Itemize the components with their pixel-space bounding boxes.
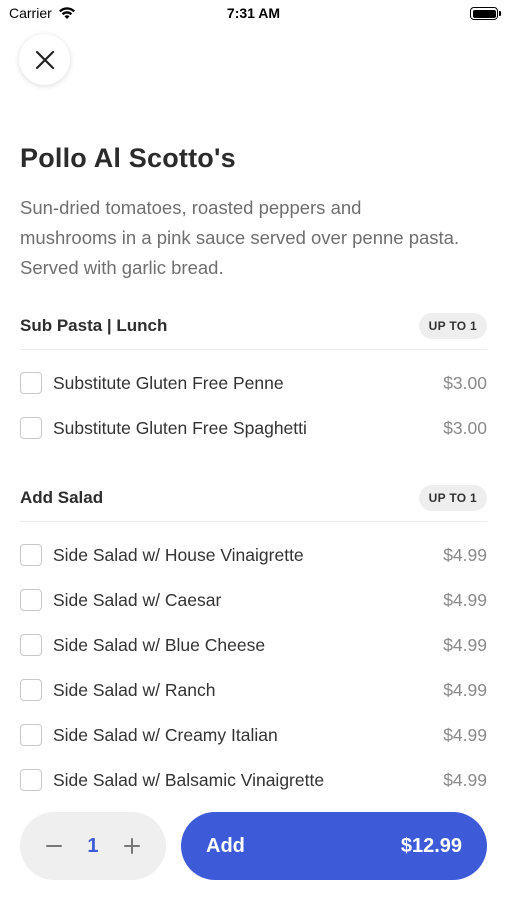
- quantity-stepper: 1: [20, 812, 166, 880]
- status-bar: Carrier 7:31 AM: [0, 0, 507, 28]
- option-row[interactable]: Substitute Gluten Free Spaghetti $3.00: [20, 414, 487, 442]
- option-price: $4.99: [443, 769, 487, 790]
- add-to-order-button[interactable]: Add $12.99: [181, 812, 487, 880]
- option-row[interactable]: Side Salad w/ Creamy Italian $4.99: [20, 721, 487, 749]
- close-icon: [35, 50, 54, 69]
- section-header-sub-pasta: Sub Pasta | Lunch UP TO 1: [20, 302, 487, 350]
- option-label: Side Salad w/ Blue Cheese: [53, 634, 266, 655]
- option-price: $3.00: [443, 417, 487, 438]
- item-description: Sun-dried tomatoes, roasted peppers and …: [20, 197, 460, 278]
- option-row[interactable]: Side Salad w/ Blue Cheese $4.99: [20, 631, 487, 659]
- limit-badge: UP TO 1: [418, 312, 487, 339]
- option-label: Side Salad w/ Ranch: [53, 679, 216, 700]
- option-price: $4.99: [443, 589, 487, 610]
- option-row[interactable]: Side Salad w/ Balsamic Vinaigrette $4.99: [20, 766, 487, 794]
- option-checkbox[interactable]: [20, 544, 42, 566]
- option-checkbox[interactable]: [20, 679, 42, 701]
- plus-icon: [123, 838, 140, 854]
- add-button-total: $12.99: [400, 834, 462, 857]
- option-price: $4.99: [443, 679, 487, 700]
- option-price: $4.99: [443, 724, 487, 745]
- option-row[interactable]: Side Salad w/ Ranch $4.99: [20, 676, 487, 704]
- option-row[interactable]: Substitute Gluten Free Penne $3.00: [20, 369, 487, 397]
- option-price: $4.99: [443, 544, 487, 565]
- decrement-button[interactable]: [38, 830, 70, 862]
- option-checkbox[interactable]: [20, 634, 42, 656]
- option-label: Side Salad w/ Creamy Italian: [53, 724, 278, 745]
- item-title: Pollo Al Scotto's: [20, 143, 236, 173]
- minus-icon: [46, 845, 63, 847]
- section-title: Add Salad: [20, 487, 104, 507]
- option-label: Side Salad w/ House Vinaigrette: [53, 544, 304, 565]
- add-button-label: Add: [206, 834, 245, 857]
- option-checkbox[interactable]: [20, 724, 42, 746]
- status-time: 7:31 AM: [226, 5, 281, 21]
- option-row[interactable]: Side Salad w/ Caesar $4.99: [20, 586, 487, 614]
- section-title: Sub Pasta | Lunch: [20, 315, 168, 335]
- option-checkbox[interactable]: [20, 372, 42, 394]
- quantity-value: 1: [87, 834, 99, 857]
- increment-button[interactable]: [116, 830, 148, 862]
- option-row[interactable]: Side Salad w/ House Vinaigrette $4.99: [20, 541, 487, 569]
- option-label: Side Salad w/ Caesar: [53, 589, 222, 610]
- option-checkbox[interactable]: [20, 589, 42, 611]
- battery-icon: [470, 7, 501, 20]
- option-label: Substitute Gluten Free Penne: [53, 372, 284, 393]
- option-price: $4.99: [443, 634, 487, 655]
- close-button[interactable]: [19, 34, 70, 85]
- option-price: $3.00: [443, 372, 487, 393]
- option-checkbox[interactable]: [20, 769, 42, 791]
- option-checkbox[interactable]: [20, 417, 42, 439]
- bottom-action-bar: 1 Add $12.99: [0, 795, 507, 900]
- option-label: Side Salad w/ Balsamic Vinaigrette: [53, 769, 325, 790]
- section-header-add-salad: Add Salad UP TO 1: [20, 474, 487, 522]
- option-label: Substitute Gluten Free Spaghetti: [53, 417, 307, 438]
- limit-badge: UP TO 1: [418, 484, 487, 511]
